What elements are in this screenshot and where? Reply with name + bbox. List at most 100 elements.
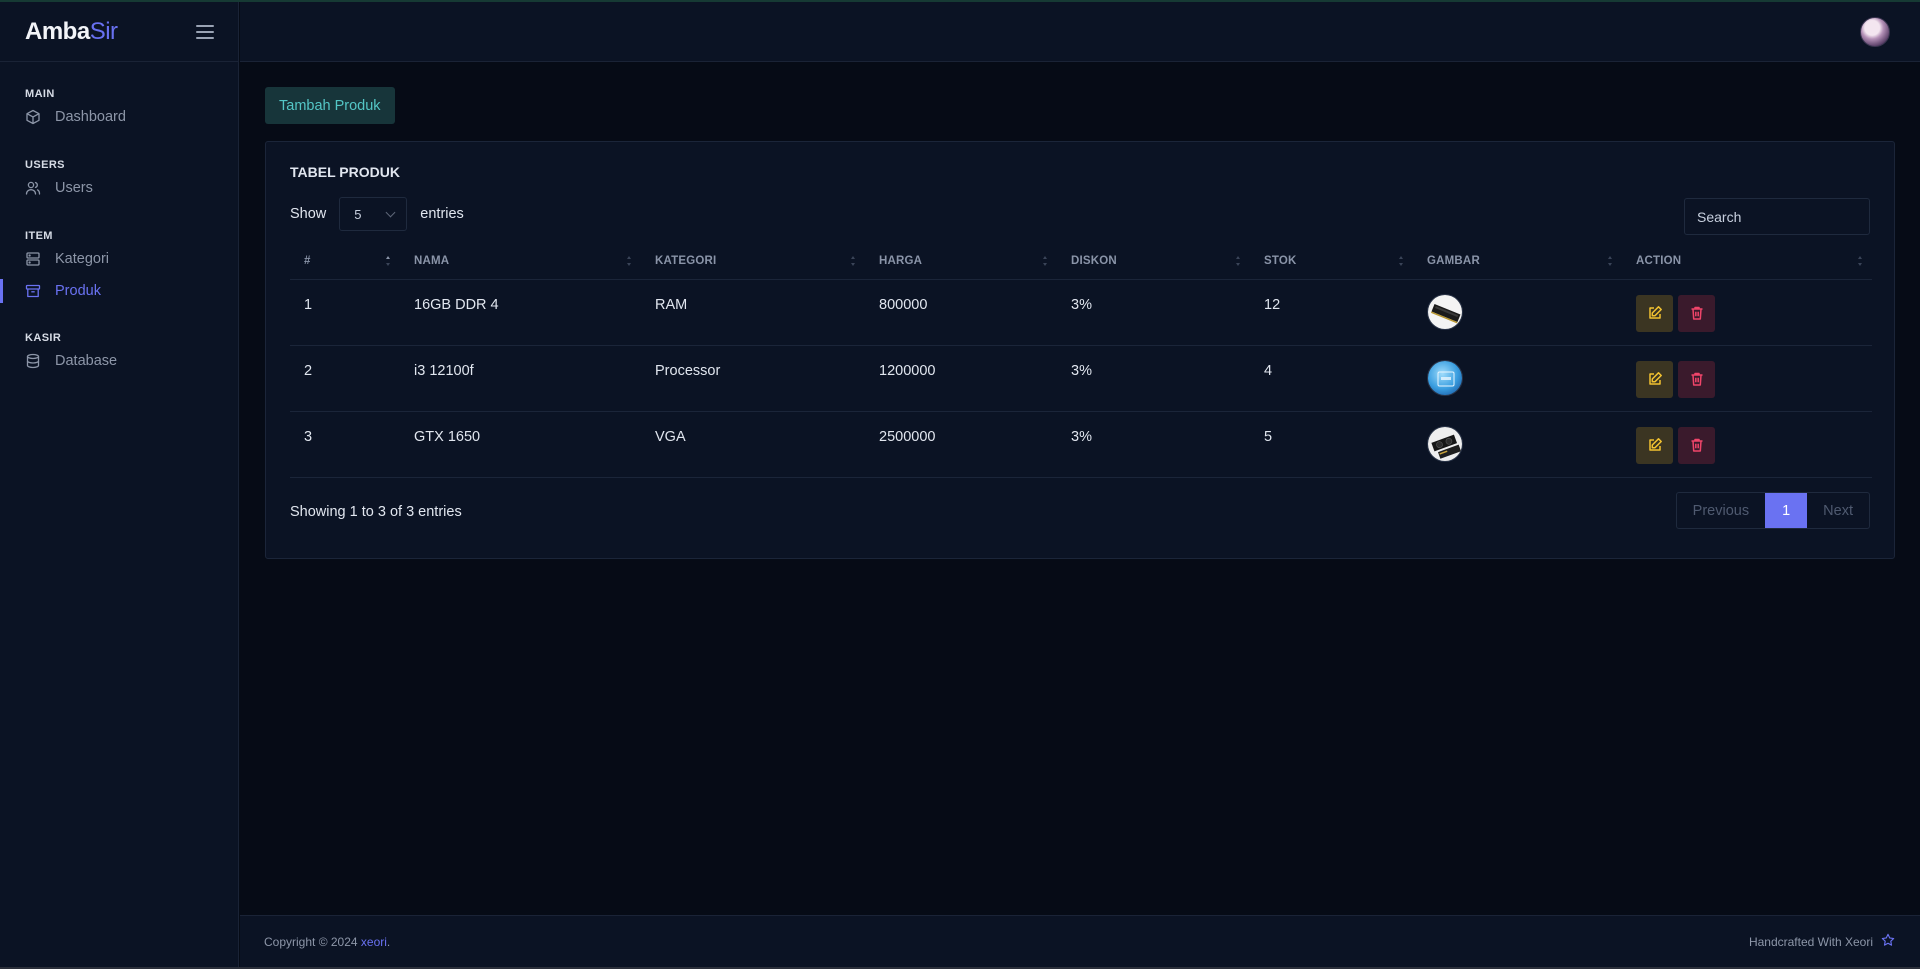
cell-action [1622, 345, 1872, 412]
sidebar-item-dashboard[interactable]: Dashboard [0, 102, 238, 132]
search-input[interactable] [1684, 198, 1870, 235]
edit-button[interactable] [1636, 294, 1673, 332]
cell-stok: 5 [1250, 411, 1413, 478]
entries-label: entries [420, 206, 464, 222]
column-header-harga[interactable]: HARGA [865, 243, 1057, 280]
cell-action [1622, 411, 1872, 478]
sidebar-item-users[interactable]: Users [0, 173, 238, 203]
nav-heading-main: MAIN [25, 88, 55, 100]
ram-image[interactable] [1427, 293, 1463, 330]
processor-image[interactable] [1427, 359, 1463, 396]
brand-bar: AmbaSir [0, 2, 238, 62]
column-header-gambar[interactable]: GAMBAR [1413, 243, 1622, 280]
menu-toggle-icon[interactable] [196, 24, 214, 39]
main-content: Tambah Produk TABEL PRODUK Show 5 entrie… [240, 63, 1920, 915]
users-icon [25, 180, 41, 196]
column-header-nama[interactable]: NAMA [400, 243, 641, 280]
sort-icon [1043, 256, 1047, 266]
cell-action [1622, 279, 1872, 346]
cell-kategori: RAM [641, 279, 865, 346]
cell-kategori: Processor [641, 345, 865, 412]
nav-section-main: MAIN Dashboard [0, 86, 238, 132]
top-header [240, 2, 1920, 62]
sidebar: AmbaSir MAIN Dashboard USERS Users ITEM [0, 2, 239, 967]
nav-heading-item: ITEM [25, 230, 53, 242]
edit-button[interactable] [1636, 360, 1673, 398]
cell-harga: 800000 [865, 279, 1057, 346]
cell-gambar [1413, 411, 1622, 478]
nav-heading-users: USERS [25, 159, 65, 171]
cell-number: 2 [290, 345, 400, 412]
sort-icon [1399, 256, 1403, 266]
column-header-action[interactable]: ACTION [1622, 243, 1872, 280]
product-table: # NAMA KATEGORI HARGA DISKON STOK GAMBAR… [290, 243, 1872, 478]
delete-button[interactable] [1678, 294, 1715, 332]
brand-logo[interactable]: AmbaSir [25, 18, 118, 46]
cell-harga: 2500000 [865, 411, 1057, 478]
chevron-down-icon [385, 207, 396, 217]
trash-icon [1691, 372, 1702, 386]
cell-gambar [1413, 345, 1622, 412]
brand-logo-part2: Sir [89, 17, 118, 45]
footer-author-link[interactable]: xeori [361, 935, 387, 949]
cell-stok: 4 [1250, 345, 1413, 412]
delete-button[interactable] [1678, 426, 1715, 464]
edit-button[interactable] [1636, 426, 1673, 464]
cell-kategori: VGA [641, 411, 865, 478]
sidebar-item-kategori[interactable]: Kategori [0, 244, 238, 274]
sidebar-item-produk[interactable]: Produk [0, 276, 238, 306]
cell-nama: i3 12100f [400, 345, 641, 412]
footer: Copyright © 2024 xeori. Handcrafted With… [240, 915, 1920, 967]
entries-select-value: 5 [354, 206, 362, 222]
edit-icon [1648, 306, 1662, 319]
nav-heading-kasir: KASIR [25, 332, 62, 344]
user-avatar[interactable] [1860, 17, 1890, 47]
table-row: 1 16GB DDR 4 RAM 800000 3% 12 [290, 279, 1872, 346]
entries-select[interactable]: 5 [339, 197, 408, 231]
cell-gambar [1413, 279, 1622, 346]
nav-section-item: ITEM Kategori Produk [0, 228, 238, 306]
sidebar-item-label: Dashboard [55, 109, 126, 125]
footer-copyright: Copyright © 2024 xeori. [264, 934, 391, 949]
delete-button[interactable] [1678, 360, 1715, 398]
server-icon [25, 251, 41, 267]
sidebar-item-database[interactable]: Database [0, 346, 238, 376]
star-icon [1881, 933, 1895, 950]
column-header-stok[interactable]: STOK [1250, 243, 1413, 280]
sort-icon [386, 256, 390, 266]
column-header-kategori[interactable]: KATEGORI [641, 243, 865, 280]
trash-icon [1691, 306, 1702, 320]
sort-icon [1236, 256, 1240, 266]
table-info: Showing 1 to 3 of 3 entries [290, 504, 462, 520]
column-header-diskon[interactable]: DISKON [1057, 243, 1250, 280]
sidebar-item-label: Database [55, 353, 118, 369]
cell-harga: 1200000 [865, 345, 1057, 412]
cube-icon [25, 109, 41, 125]
nav-section-users: USERS Users [0, 157, 238, 203]
entries-length-control: Show 5 entries [290, 197, 464, 231]
pagination-page-1[interactable]: 1 [1765, 493, 1808, 528]
show-label: Show [290, 206, 327, 222]
cell-stok: 12 [1250, 279, 1413, 346]
table-row: 2 i3 12100f Processor 1200000 3% 4 [290, 345, 1872, 412]
sidebar-item-label: Kategori [55, 251, 110, 267]
pagination-previous[interactable]: Previous [1677, 493, 1765, 528]
cell-number: 3 [290, 411, 400, 478]
sort-icon [1858, 256, 1862, 266]
table-header-row: # NAMA KATEGORI HARGA DISKON STOK GAMBAR… [290, 243, 1872, 280]
pagination-next[interactable]: Next [1807, 493, 1869, 528]
sidebar-item-label: Produk [55, 283, 101, 299]
add-product-button[interactable]: Tambah Produk [265, 87, 395, 124]
card-title: TABEL PRODUK [290, 164, 400, 180]
cell-diskon: 3% [1057, 279, 1250, 346]
edit-icon [1648, 438, 1662, 451]
vga-image[interactable] [1427, 425, 1463, 462]
sort-icon [627, 256, 631, 266]
sort-icon [851, 256, 855, 266]
table-row: 3 GTX 1650 VGA 2500000 3% 5 [290, 411, 1872, 478]
footer-credit: Handcrafted With Xeori [1749, 933, 1895, 950]
sidebar-item-label: Users [55, 180, 93, 196]
sort-icon [1608, 256, 1612, 266]
column-header-number[interactable]: # [290, 243, 400, 280]
cell-nama: GTX 1650 [400, 411, 641, 478]
